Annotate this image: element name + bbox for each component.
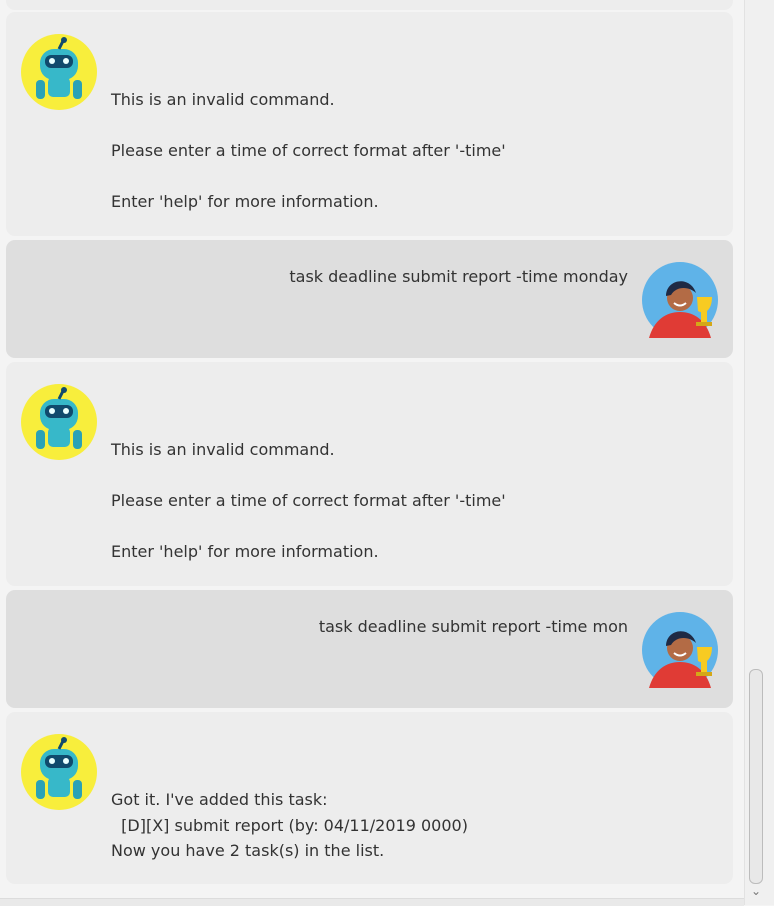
bot-message: This is an invalid command. Please enter… <box>6 12 733 236</box>
scrollbar-thumb[interactable] <box>749 669 763 884</box>
chat-bubble-top-partial <box>6 0 733 10</box>
chevron-down-icon[interactable]: ⌄ <box>749 884 763 898</box>
vertical-scrollbar[interactable]: ⌄ <box>744 0 774 905</box>
robot-avatar-icon <box>21 734 97 810</box>
user-message: task deadline submit report -time mon <box>6 590 733 708</box>
chat-history: This is an invalid command. Please enter… <box>0 0 744 905</box>
user-avatar-icon <box>642 262 718 338</box>
bot-message-text: This is an invalid command. Please enter… <box>111 90 506 211</box>
bot-message-text: This is an invalid command. Please enter… <box>111 440 506 561</box>
robot-avatar-icon <box>21 384 97 460</box>
user-avatar-icon <box>642 612 718 688</box>
bot-message: This is an invalid command. Please enter… <box>6 362 733 586</box>
user-message-text: task deadline submit report -time mon <box>318 617 628 636</box>
bot-message-text: Got it. I've added this task: [D][X] sub… <box>111 790 468 860</box>
bot-message: Got it. I've added this task: [D][X] sub… <box>6 712 733 884</box>
robot-avatar-icon <box>21 34 97 110</box>
user-message-text: task deadline submit report -time monday <box>289 267 628 286</box>
user-message: task deadline submit report -time monday <box>6 240 733 358</box>
